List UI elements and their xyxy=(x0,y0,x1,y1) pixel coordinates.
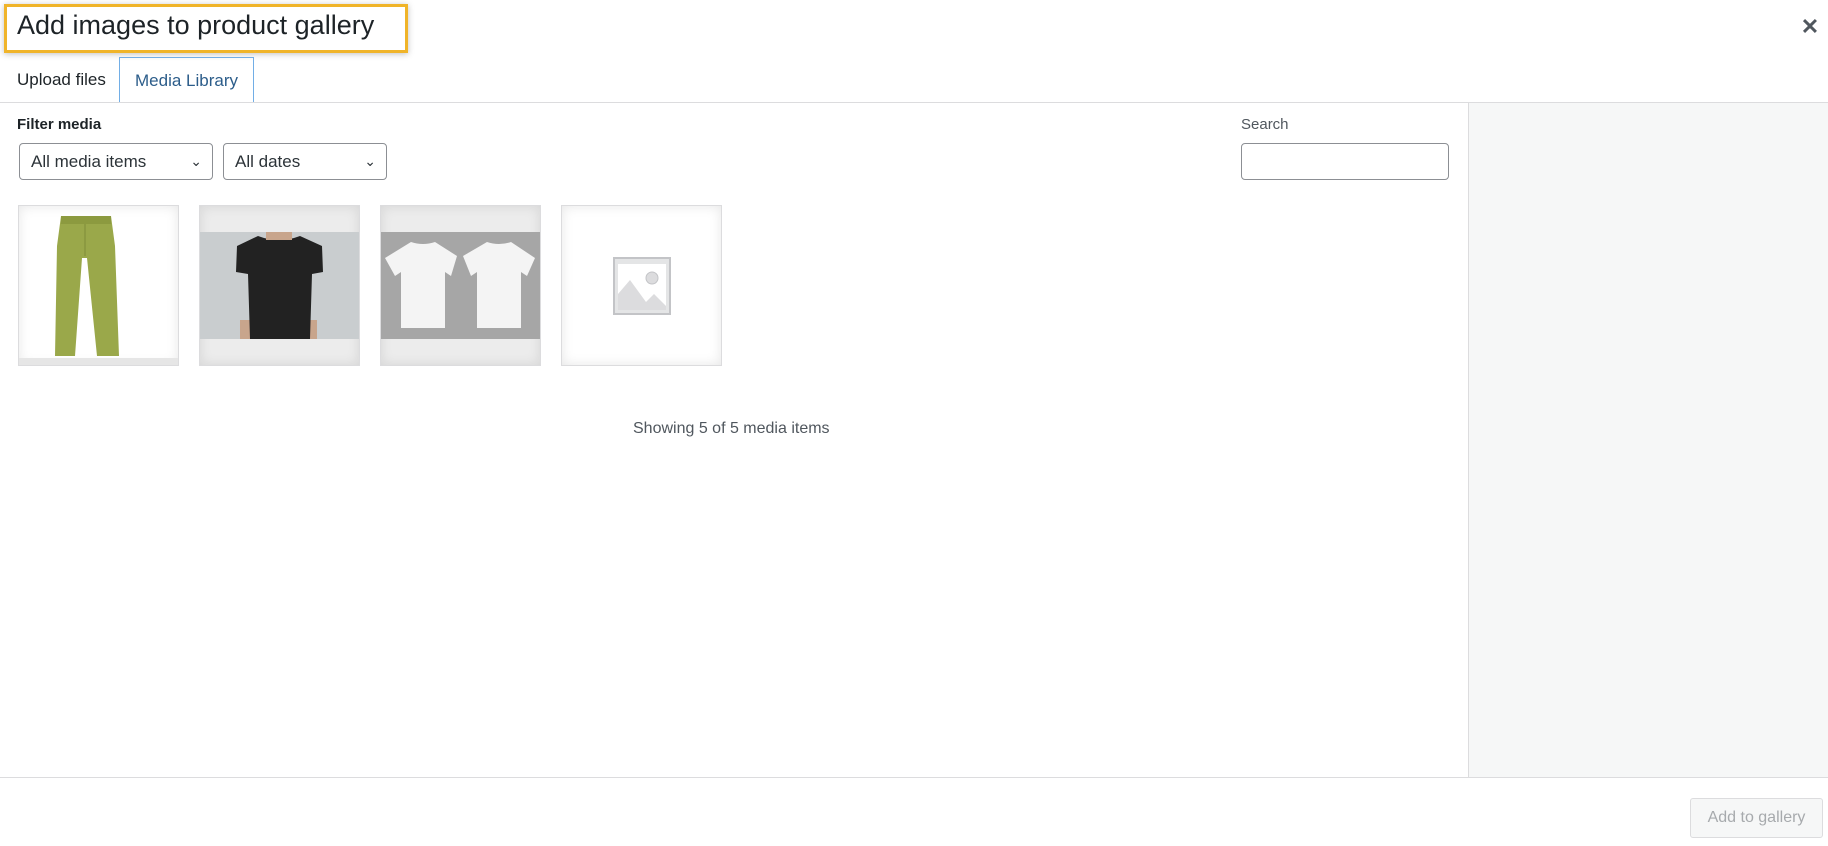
media-count-status: Showing 5 of 5 media items xyxy=(633,420,830,437)
add-to-gallery-button[interactable]: Add to gallery xyxy=(1690,798,1823,838)
footer-divider xyxy=(0,777,1828,778)
date-select[interactable]: All dates ⌄ xyxy=(223,143,387,180)
date-value: All dates xyxy=(235,152,301,171)
close-icon: ✕ xyxy=(1800,14,1820,39)
filter-media-label: Filter media xyxy=(17,116,102,133)
close-button[interactable]: ✕ xyxy=(1797,14,1823,40)
image-placeholder-icon xyxy=(613,257,671,315)
media-item-black-tshirt[interactable] xyxy=(199,205,360,366)
chevron-down-icon: ⌄ xyxy=(364,153,376,169)
media-type-value: All media items xyxy=(31,152,147,171)
tab-upload-files[interactable]: Upload files xyxy=(17,57,106,103)
chevron-down-icon: ⌄ xyxy=(190,153,202,169)
tab-media-library[interactable]: Media Library xyxy=(119,57,254,103)
media-type-select[interactable]: All media items ⌄ xyxy=(19,143,213,180)
media-item-placeholder[interactable] xyxy=(561,205,722,366)
attachment-details-sidebar xyxy=(1468,103,1828,777)
pants-image xyxy=(19,216,178,365)
black-tshirt-image xyxy=(200,232,359,339)
media-item-green-pants[interactable] xyxy=(18,205,179,366)
search-label: Search xyxy=(1241,116,1289,133)
media-router-tabs: Upload files Media Library xyxy=(0,57,1828,103)
search-input[interactable] xyxy=(1241,143,1449,180)
modal-title: Add images to product gallery xyxy=(17,10,375,40)
white-tshirts-image xyxy=(381,232,540,339)
media-item-white-tshirts[interactable] xyxy=(380,205,541,366)
